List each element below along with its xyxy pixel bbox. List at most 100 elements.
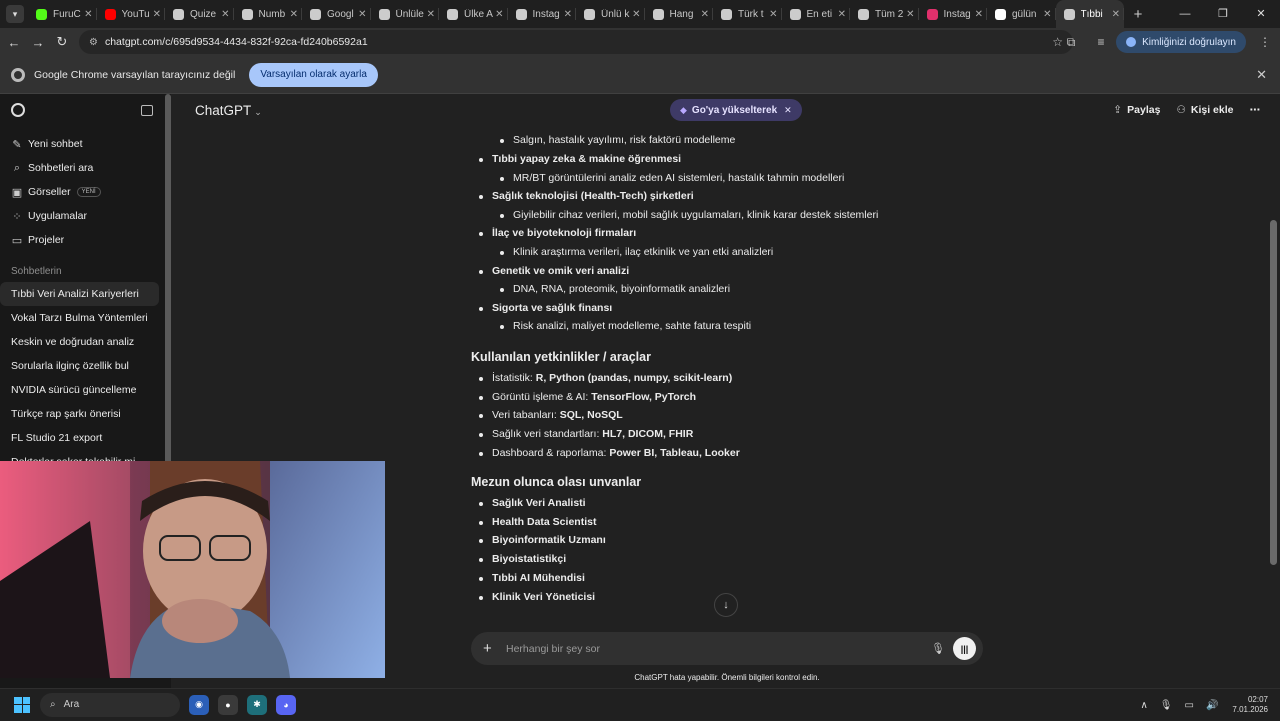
- search-icon: ⌕: [13, 161, 21, 174]
- openai-logo-icon[interactable]: [11, 103, 25, 117]
- skill-item: Sağlık veri standartları: HL7, DICOM, FH…: [492, 428, 693, 440]
- tab-close-icon[interactable]: ✕: [769, 9, 777, 20]
- sidebar-item-label: Projeler: [28, 234, 65, 246]
- list-heading: İlaç ve biyoteknoloji firmaları: [492, 227, 637, 240]
- browser-tab[interactable]: En eti ✕: [782, 0, 851, 28]
- volume-icon[interactable]: 🔊: [1206, 700, 1218, 711]
- browser-tab[interactable]: Quize ✕: [165, 0, 234, 28]
- upgrade-close-icon[interactable]: ✕: [784, 105, 792, 116]
- main-scrollbar[interactable]: [1270, 220, 1277, 565]
- skill-item: Veri tabanları: SQL, NoSQL: [492, 409, 623, 421]
- sidebar-item-apps[interactable]: ⁘ Uygulamalar: [0, 204, 171, 228]
- skill-label: Görüntü işleme & AI:: [492, 390, 592, 403]
- bullet-dot: [500, 176, 504, 181]
- tab-close-icon[interactable]: ✕: [1043, 9, 1051, 20]
- chatgpt-icon: [1063, 8, 1075, 20]
- tab-search-button[interactable]: ▾: [6, 5, 24, 23]
- reload-button[interactable]: ↻: [50, 34, 74, 50]
- share-button[interactable]: ⇪ Paylaş: [1113, 104, 1160, 116]
- close-window-button[interactable]: ✕: [1242, 0, 1280, 28]
- app-taskbar-icon[interactable]: ●: [218, 694, 238, 715]
- back-button[interactable]: ←: [2, 35, 26, 50]
- browser-tab[interactable]: gülün ✕: [987, 0, 1056, 28]
- attach-plus-icon[interactable]: +: [483, 640, 499, 657]
- clock[interactable]: 02:07 7.01.2026: [1232, 695, 1268, 715]
- tab-close-icon[interactable]: ✕: [358, 9, 366, 20]
- model-selector[interactable]: ChatGPT ⌄: [195, 103, 262, 118]
- tab-menu-icon[interactable]: ≡: [1086, 35, 1116, 49]
- tab-close-icon[interactable]: ✕: [1112, 9, 1120, 20]
- tab-label: Googl: [327, 8, 354, 20]
- browser-tab[interactable]: Ünlüle ✕: [371, 0, 440, 28]
- sidebar-item-folder[interactable]: ▭ Projeler: [0, 228, 171, 252]
- browser-tab[interactable]: Numb ✕: [234, 0, 303, 28]
- chat-history-item[interactable]: Keskin ve doğrudan analiz: [0, 330, 159, 354]
- scroll-down-button[interactable]: ↓: [714, 593, 738, 617]
- browser-tab[interactable]: Hang ✕: [645, 0, 714, 28]
- taskbar-search[interactable]: ⌕ Ara: [40, 692, 180, 717]
- mic-tray-icon[interactable]: 🎙: [1160, 700, 1173, 711]
- add-person-button[interactable]: ⚇ Kişi ekle: [1176, 104, 1233, 116]
- forward-button[interactable]: →: [26, 35, 50, 50]
- browser-tab[interactable]: YouTu ✕: [97, 0, 166, 28]
- set-default-button[interactable]: Varsayılan olarak ayarla: [249, 62, 378, 87]
- chat-history-item[interactable]: Tıbbi Veri Analizi Kariyerleri: [0, 282, 159, 306]
- tab-close-icon[interactable]: ✕: [701, 9, 709, 20]
- maximize-button[interactable]: ❐: [1204, 0, 1242, 28]
- extensions-icon[interactable]: ⧉: [1056, 35, 1086, 50]
- folder-icon: ▭: [11, 234, 23, 247]
- minimize-button[interactable]: —: [1166, 0, 1204, 28]
- chat-history-item[interactable]: Vokal Tarzı Bulma Yöntemleri: [0, 306, 159, 330]
- sidebar-item-edit[interactable]: ✎ Yeni sohbet: [0, 132, 171, 156]
- list-detail: DNA, RNA, proteomik, biyoinformatik anal…: [513, 283, 731, 296]
- discord-taskbar-icon[interactable]: ◕: [276, 694, 296, 715]
- sidebar-toggle-icon[interactable]: [141, 104, 153, 116]
- tab-close-icon[interactable]: ✕: [427, 9, 435, 20]
- more-menu-icon[interactable]: ⋮: [1250, 35, 1280, 49]
- prompt-input[interactable]: Herhangi bir şey sor: [506, 643, 600, 655]
- browser-tab[interactable]: Googl ✕: [302, 0, 371, 28]
- tab-close-icon[interactable]: ✕: [838, 9, 846, 20]
- skill-value: Power BI, Tableau, Looker: [609, 446, 740, 459]
- chrome-taskbar-icon[interactable]: ◉: [189, 694, 209, 715]
- tab-close-icon[interactable]: ✕: [221, 9, 229, 20]
- sidebar-item-search[interactable]: ⌕ Sohbetleri ara: [0, 156, 171, 180]
- network-app-taskbar-icon[interactable]: ✱: [247, 694, 267, 715]
- youtube-icon: [104, 8, 116, 20]
- site-info-icon[interactable]: ⚙: [89, 37, 98, 48]
- browser-tab[interactable]: Tüm 2 ✕: [850, 0, 919, 28]
- chatgpt-icon: [310, 8, 321, 20]
- upgrade-button[interactable]: ◆ Go'ya yükselterek ✕: [670, 99, 802, 121]
- tray-overflow-icon[interactable]: ∧: [1140, 700, 1147, 711]
- browser-tab[interactable]: Instag ✕: [919, 0, 988, 28]
- chat-history-item[interactable]: FL Studio 21 export: [0, 426, 159, 450]
- browser-tab[interactable]: Türk t ✕: [713, 0, 782, 28]
- sidebar-item-image[interactable]: ▣ Görseller YENİ: [0, 180, 171, 204]
- browser-tab[interactable]: Ünlü k ✕: [576, 0, 645, 28]
- windows-start-icon[interactable]: [14, 696, 30, 713]
- chat-history-item[interactable]: NVIDIA sürücü güncelleme: [0, 378, 159, 402]
- display-tray-icon[interactable]: ▭: [1185, 700, 1194, 711]
- browser-tab[interactable]: FuruC ✕: [28, 0, 97, 28]
- browser-tab[interactable]: Tıbbi ✕: [1055, 0, 1124, 28]
- profile-button[interactable]: Kimliğinizi doğrulayın: [1116, 31, 1246, 53]
- tab-close-icon[interactable]: ✕: [906, 9, 914, 20]
- microphone-icon[interactable]: 🎙: [931, 642, 945, 655]
- chat-history-item[interactable]: Türkçe rap şarkı önerisi: [0, 402, 159, 426]
- tab-close-icon[interactable]: ✕: [975, 9, 983, 20]
- browser-tab[interactable]: Ülke A ✕: [439, 0, 508, 28]
- tab-close-icon[interactable]: ✕: [84, 9, 92, 20]
- infobar-close-icon[interactable]: ✕: [1256, 67, 1267, 83]
- tab-close-icon[interactable]: ✕: [153, 9, 161, 20]
- tab-close-icon[interactable]: ✕: [495, 9, 503, 20]
- chatgpt-icon: [378, 8, 390, 20]
- chat-history-item[interactable]: Sorularla ilginç özellik bul: [0, 354, 159, 378]
- new-tab-button[interactable]: +: [1128, 6, 1148, 23]
- tab-close-icon[interactable]: ✕: [290, 9, 298, 20]
- address-bar[interactable]: ⚙ chatgpt.com/c/695d9534-4434-832f-92ca-…: [79, 30, 1073, 54]
- tab-close-icon[interactable]: ✕: [632, 9, 640, 20]
- browser-tab[interactable]: Instag ✕: [508, 0, 577, 28]
- voice-mode-button[interactable]: |||: [953, 637, 976, 660]
- tab-close-icon[interactable]: ✕: [564, 9, 572, 20]
- more-options-button[interactable]: ⋯: [1250, 104, 1261, 116]
